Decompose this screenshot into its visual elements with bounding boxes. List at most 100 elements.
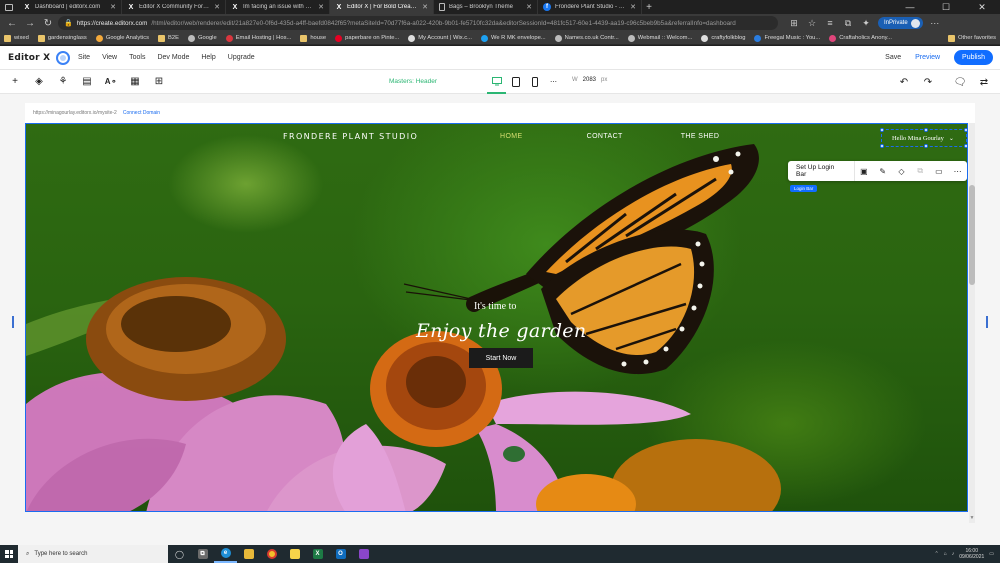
scrollbar-thumb[interactable] [969,185,975,285]
site-structure-icon[interactable]: ⚘ [51,70,75,94]
taskbar-app[interactable] [283,545,306,563]
pencil-icon[interactable]: ✎ [873,161,892,181]
desktop-breakpoint-icon[interactable] [487,70,506,94]
bookmark-item[interactable]: paperbare on Pinte... [335,34,399,42]
menu-dev-mode[interactable]: Dev Mode [157,54,189,61]
favorite-star-icon[interactable]: ☆ [806,17,818,29]
preview-button[interactable]: Preview [915,54,940,61]
redo-icon[interactable]: ↷ [916,70,940,94]
publish-button[interactable]: Publish [954,50,993,65]
clock[interactable]: 16:00 09/06/2021 [959,548,984,560]
close-tab-icon[interactable]: ✕ [214,3,220,11]
maximize-window-button[interactable]: ☐ [928,0,964,14]
connect-domain-link[interactable]: Connect Domain [123,110,160,116]
more-actions-icon[interactable]: ⋯ [948,161,967,181]
editor-logo[interactable]: Editor X [8,53,56,63]
comment-icon[interactable]: ▭ [930,161,949,181]
inprivate-button[interactable]: InPrivate [878,17,923,29]
bookmark-item[interactable]: Google Analytics [95,34,149,42]
browser-tab[interactable]: X Editor X Community Forum | Coi ✕ [122,0,226,14]
lock-icon[interactable]: 🔒 [64,19,73,27]
nav-contact[interactable]: CONTACT [587,133,623,140]
cms-icon[interactable]: ⊞ [147,70,171,94]
browser-tab[interactable]: Bags – Brooklyn Theme ✕ [434,0,538,14]
taskbar-app[interactable] [260,545,283,563]
login-bar[interactable]: Hello Mina Gourlay ⌄ [880,128,967,148]
left-resize-handle[interactable] [12,316,14,328]
menu-help[interactable]: Help [201,54,215,61]
save-button[interactable]: Save [885,54,901,61]
hero-section[interactable]: FRONDERE PLANT STUDIO HOME CONTACT THE S… [25,123,968,512]
minimize-window-button[interactable]: — [892,0,928,14]
notifications-icon[interactable]: ▭ [989,551,994,557]
taskbar-app[interactable]: O [329,545,352,563]
bookmark-item[interactable]: My Account | Wix.c... [408,34,472,42]
url-field[interactable]: 🔒 https://create.editorx.com/html/editor… [58,16,778,30]
bookmark-item[interactable]: gardensinglass [37,34,87,42]
refresh-icon[interactable]: ↻ [40,16,56,30]
mobile-breakpoint-icon[interactable] [525,70,544,94]
task-view-button[interactable]: ◯ [168,545,191,563]
bookmark-item[interactable]: craftyfolkblog [701,34,745,42]
menu-site[interactable]: Site [78,54,90,61]
add-elements-icon[interactable]: + [3,70,27,94]
undo-icon[interactable]: ↶ [892,70,916,94]
close-tab-icon[interactable]: ✕ [110,3,116,11]
bookmark-item[interactable]: house [300,34,326,42]
canvas-scrollbar[interactable] [969,123,975,523]
duplicate-icon[interactable]: ⧉ [911,161,930,181]
bookmark-item[interactable]: wixed [4,34,29,42]
start-button[interactable] [0,545,18,563]
volume-icon[interactable]: ♪ [952,551,955,557]
site-title[interactable]: FRONDERE PLANT STUDIO [283,132,418,141]
inspector-toggle-icon[interactable]: ⇄ [972,70,996,94]
close-tab-icon[interactable]: ✕ [422,3,428,11]
nav-the-shed[interactable]: THE SHED [681,133,720,140]
start-now-button[interactable]: Start Now [469,348,533,368]
other-favorites-folder[interactable]: Other favorites [947,34,996,42]
add-ons-icon[interactable]: ▦ [123,70,147,94]
bookmark-item[interactable]: B2E [158,34,179,42]
comments-icon[interactable]: 🗨 [948,70,972,94]
browser-tab[interactable]: f Frondere Plant Studio - Home | ✕ [538,0,642,14]
menu-tools[interactable]: Tools [129,54,145,61]
menu-upgrade[interactable]: Upgrade [228,54,255,61]
selection-handle[interactable] [880,128,884,132]
browser-tab-active[interactable]: X Editor X | For Bold Creators ✕ [330,0,434,14]
favorites-icon[interactable]: ≡ [824,17,836,29]
canvas-width-field[interactable]: W 2083 px [572,77,607,83]
hero-subtitle[interactable]: It's time to [474,301,516,312]
extensions-icon[interactable]: ✦ [860,17,872,29]
layers-icon[interactable]: ◈ [27,70,51,94]
forward-arrow-icon[interactable]: → [22,16,38,30]
layout-icon[interactable]: ▣ [855,161,874,181]
selection-handle[interactable] [924,128,928,132]
selection-handle[interactable] [880,144,884,148]
taskbar-app[interactable]: X [306,545,329,563]
browser-tab[interactable]: X Dashboard | editorx.com ✕ [18,0,122,14]
animation-icon[interactable]: ◇ [892,161,911,181]
bookmark-item[interactable]: Freegal Music : You... [754,34,820,42]
right-resize-handle[interactable] [986,316,988,328]
close-tab-icon[interactable]: ✕ [630,3,636,11]
bookmark-item[interactable]: We R MK envelope... [480,34,546,42]
bookmark-item[interactable]: Names.co.uk Contr... [554,34,619,42]
chevron-down-icon[interactable]: ⌄ [949,135,954,142]
taskbar-app[interactable] [352,545,375,563]
reading-view-icon[interactable]: ⊞ [788,17,800,29]
bookmark-item[interactable]: Email Hosting | Hos... [225,34,291,42]
pages-icon[interactable]: ▤ [75,70,99,94]
scroll-down-icon[interactable]: ▼ [969,515,975,521]
taskbar-app[interactable] [237,545,260,563]
site-switcher-icon[interactable] [56,50,70,65]
selection-handle[interactable] [964,128,967,132]
collections-icon[interactable]: ⧉ [842,17,854,29]
bookmark-item[interactable]: Webmail :: Welcom... [627,34,692,42]
taskbar-search-input[interactable]: ⌕ Type here to search [18,545,168,563]
masters-label[interactable]: Masters: Header [389,78,437,85]
taskbar-app[interactable]: e [214,545,237,563]
more-breakpoints-icon[interactable]: ⋯ [544,70,563,94]
selection-handle[interactable] [964,144,967,148]
selection-handle[interactable] [924,144,928,148]
back-arrow-icon[interactable]: ← [4,16,20,30]
